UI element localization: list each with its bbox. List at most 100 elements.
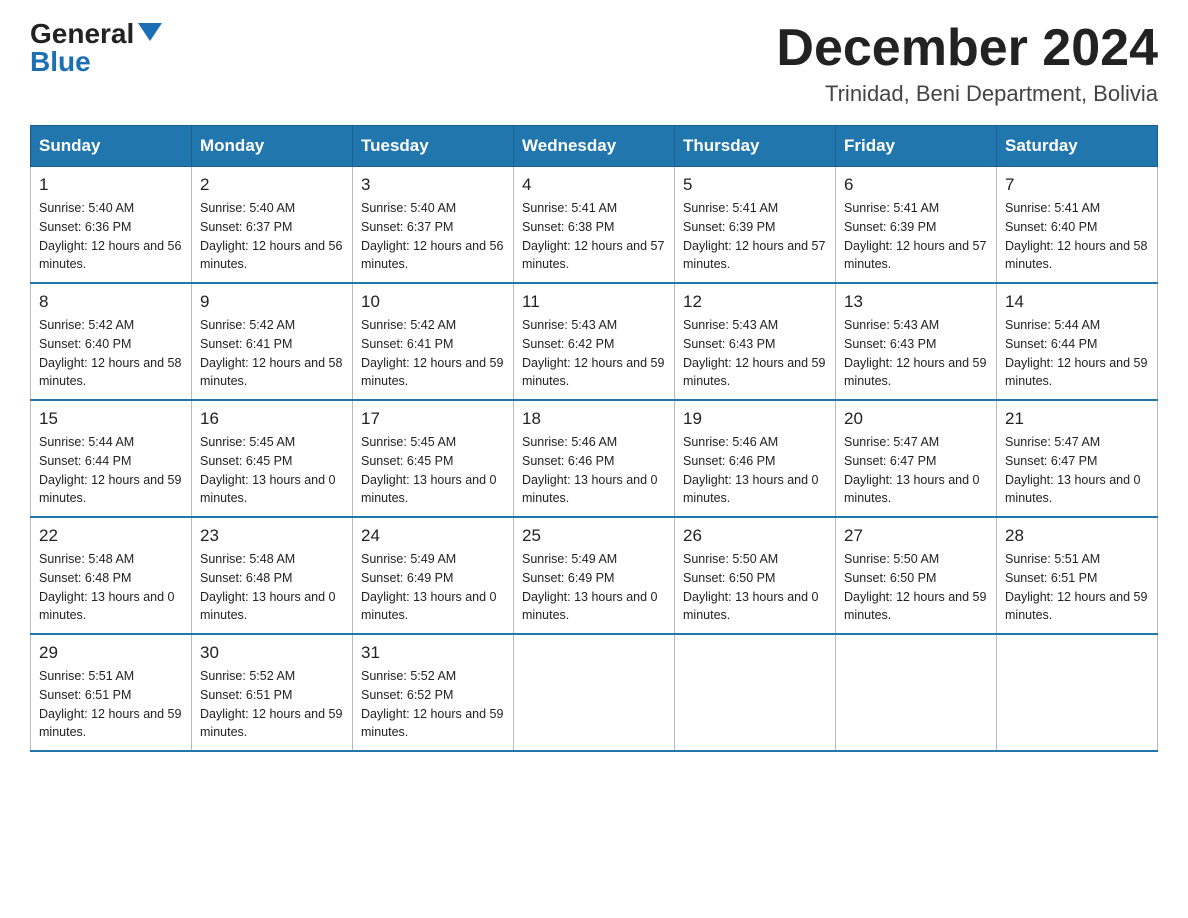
calendar-cell: 15 Sunrise: 5:44 AM Sunset: 6:44 PM Dayl… (31, 400, 192, 517)
day-info: Sunrise: 5:43 AM Sunset: 6:43 PM Dayligh… (683, 316, 827, 391)
day-number: 31 (361, 643, 505, 663)
title-block: December 2024 Trinidad, Beni Department,… (776, 20, 1158, 107)
calendar-cell (997, 634, 1158, 751)
day-number: 29 (39, 643, 183, 663)
calendar-cell: 8 Sunrise: 5:42 AM Sunset: 6:40 PM Dayli… (31, 283, 192, 400)
calendar-cell: 29 Sunrise: 5:51 AM Sunset: 6:51 PM Dayl… (31, 634, 192, 751)
calendar-cell: 22 Sunrise: 5:48 AM Sunset: 6:48 PM Dayl… (31, 517, 192, 634)
day-number: 26 (683, 526, 827, 546)
day-number: 28 (1005, 526, 1149, 546)
day-info: Sunrise: 5:41 AM Sunset: 6:39 PM Dayligh… (683, 199, 827, 274)
day-number: 30 (200, 643, 344, 663)
month-title: December 2024 (776, 20, 1158, 77)
day-number: 16 (200, 409, 344, 429)
logo-triangle-icon (138, 23, 162, 41)
day-number: 25 (522, 526, 666, 546)
calendar-cell: 24 Sunrise: 5:49 AM Sunset: 6:49 PM Dayl… (353, 517, 514, 634)
day-info: Sunrise: 5:40 AM Sunset: 6:37 PM Dayligh… (361, 199, 505, 274)
day-info: Sunrise: 5:50 AM Sunset: 6:50 PM Dayligh… (683, 550, 827, 625)
day-number: 3 (361, 175, 505, 195)
day-info: Sunrise: 5:50 AM Sunset: 6:50 PM Dayligh… (844, 550, 988, 625)
day-info: Sunrise: 5:43 AM Sunset: 6:43 PM Dayligh… (844, 316, 988, 391)
weekday-header-tuesday: Tuesday (353, 126, 514, 167)
calendar-cell (836, 634, 997, 751)
calendar-cell: 2 Sunrise: 5:40 AM Sunset: 6:37 PM Dayli… (192, 167, 353, 284)
day-info: Sunrise: 5:45 AM Sunset: 6:45 PM Dayligh… (200, 433, 344, 508)
calendar-table: SundayMondayTuesdayWednesdayThursdayFrid… (30, 125, 1158, 752)
calendar-cell: 26 Sunrise: 5:50 AM Sunset: 6:50 PM Dayl… (675, 517, 836, 634)
calendar-cell: 20 Sunrise: 5:47 AM Sunset: 6:47 PM Dayl… (836, 400, 997, 517)
weekday-header-sunday: Sunday (31, 126, 192, 167)
weekday-header-wednesday: Wednesday (514, 126, 675, 167)
day-info: Sunrise: 5:41 AM Sunset: 6:40 PM Dayligh… (1005, 199, 1149, 274)
day-number: 10 (361, 292, 505, 312)
day-number: 13 (844, 292, 988, 312)
calendar-cell: 31 Sunrise: 5:52 AM Sunset: 6:52 PM Dayl… (353, 634, 514, 751)
weekday-header-thursday: Thursday (675, 126, 836, 167)
day-number: 19 (683, 409, 827, 429)
weekday-header-monday: Monday (192, 126, 353, 167)
day-number: 12 (683, 292, 827, 312)
calendar-cell: 4 Sunrise: 5:41 AM Sunset: 6:38 PM Dayli… (514, 167, 675, 284)
day-number: 17 (361, 409, 505, 429)
day-number: 15 (39, 409, 183, 429)
day-info: Sunrise: 5:47 AM Sunset: 6:47 PM Dayligh… (1005, 433, 1149, 508)
calendar-cell: 21 Sunrise: 5:47 AM Sunset: 6:47 PM Dayl… (997, 400, 1158, 517)
day-number: 24 (361, 526, 505, 546)
day-info: Sunrise: 5:52 AM Sunset: 6:52 PM Dayligh… (361, 667, 505, 742)
day-info: Sunrise: 5:47 AM Sunset: 6:47 PM Dayligh… (844, 433, 988, 508)
calendar-cell: 19 Sunrise: 5:46 AM Sunset: 6:46 PM Dayl… (675, 400, 836, 517)
day-number: 21 (1005, 409, 1149, 429)
calendar-cell: 27 Sunrise: 5:50 AM Sunset: 6:50 PM Dayl… (836, 517, 997, 634)
calendar-cell: 6 Sunrise: 5:41 AM Sunset: 6:39 PM Dayli… (836, 167, 997, 284)
day-info: Sunrise: 5:48 AM Sunset: 6:48 PM Dayligh… (200, 550, 344, 625)
calendar-week-row: 29 Sunrise: 5:51 AM Sunset: 6:51 PM Dayl… (31, 634, 1158, 751)
day-info: Sunrise: 5:43 AM Sunset: 6:42 PM Dayligh… (522, 316, 666, 391)
calendar-cell: 10 Sunrise: 5:42 AM Sunset: 6:41 PM Dayl… (353, 283, 514, 400)
day-number: 2 (200, 175, 344, 195)
calendar-cell: 25 Sunrise: 5:49 AM Sunset: 6:49 PM Dayl… (514, 517, 675, 634)
logo: General Blue (30, 20, 162, 76)
calendar-cell: 13 Sunrise: 5:43 AM Sunset: 6:43 PM Dayl… (836, 283, 997, 400)
day-number: 18 (522, 409, 666, 429)
day-number: 22 (39, 526, 183, 546)
day-info: Sunrise: 5:46 AM Sunset: 6:46 PM Dayligh… (683, 433, 827, 508)
day-info: Sunrise: 5:44 AM Sunset: 6:44 PM Dayligh… (39, 433, 183, 508)
calendar-cell: 7 Sunrise: 5:41 AM Sunset: 6:40 PM Dayli… (997, 167, 1158, 284)
calendar-week-row: 15 Sunrise: 5:44 AM Sunset: 6:44 PM Dayl… (31, 400, 1158, 517)
calendar-cell: 17 Sunrise: 5:45 AM Sunset: 6:45 PM Dayl… (353, 400, 514, 517)
day-number: 5 (683, 175, 827, 195)
calendar-cell: 3 Sunrise: 5:40 AM Sunset: 6:37 PM Dayli… (353, 167, 514, 284)
day-info: Sunrise: 5:51 AM Sunset: 6:51 PM Dayligh… (1005, 550, 1149, 625)
logo-general-text: General (30, 20, 134, 48)
day-info: Sunrise: 5:45 AM Sunset: 6:45 PM Dayligh… (361, 433, 505, 508)
calendar-cell: 30 Sunrise: 5:52 AM Sunset: 6:51 PM Dayl… (192, 634, 353, 751)
calendar-cell: 11 Sunrise: 5:43 AM Sunset: 6:42 PM Dayl… (514, 283, 675, 400)
calendar-cell: 16 Sunrise: 5:45 AM Sunset: 6:45 PM Dayl… (192, 400, 353, 517)
calendar-cell: 12 Sunrise: 5:43 AM Sunset: 6:43 PM Dayl… (675, 283, 836, 400)
calendar-week-row: 22 Sunrise: 5:48 AM Sunset: 6:48 PM Dayl… (31, 517, 1158, 634)
day-info: Sunrise: 5:42 AM Sunset: 6:41 PM Dayligh… (200, 316, 344, 391)
day-number: 11 (522, 292, 666, 312)
day-info: Sunrise: 5:46 AM Sunset: 6:46 PM Dayligh… (522, 433, 666, 508)
calendar-cell: 14 Sunrise: 5:44 AM Sunset: 6:44 PM Dayl… (997, 283, 1158, 400)
day-info: Sunrise: 5:49 AM Sunset: 6:49 PM Dayligh… (361, 550, 505, 625)
weekday-header-row: SundayMondayTuesdayWednesdayThursdayFrid… (31, 126, 1158, 167)
calendar-cell: 5 Sunrise: 5:41 AM Sunset: 6:39 PM Dayli… (675, 167, 836, 284)
calendar-week-row: 1 Sunrise: 5:40 AM Sunset: 6:36 PM Dayli… (31, 167, 1158, 284)
calendar-cell (514, 634, 675, 751)
weekday-header-friday: Friday (836, 126, 997, 167)
calendar-cell: 23 Sunrise: 5:48 AM Sunset: 6:48 PM Dayl… (192, 517, 353, 634)
day-number: 4 (522, 175, 666, 195)
day-number: 23 (200, 526, 344, 546)
weekday-header-saturday: Saturday (997, 126, 1158, 167)
day-number: 27 (844, 526, 988, 546)
day-info: Sunrise: 5:40 AM Sunset: 6:36 PM Dayligh… (39, 199, 183, 274)
logo-blue-text: Blue (30, 48, 91, 76)
day-number: 8 (39, 292, 183, 312)
page-header: General Blue December 2024 Trinidad, Ben… (30, 20, 1158, 107)
day-number: 1 (39, 175, 183, 195)
day-number: 6 (844, 175, 988, 195)
calendar-week-row: 8 Sunrise: 5:42 AM Sunset: 6:40 PM Dayli… (31, 283, 1158, 400)
day-info: Sunrise: 5:42 AM Sunset: 6:41 PM Dayligh… (361, 316, 505, 391)
